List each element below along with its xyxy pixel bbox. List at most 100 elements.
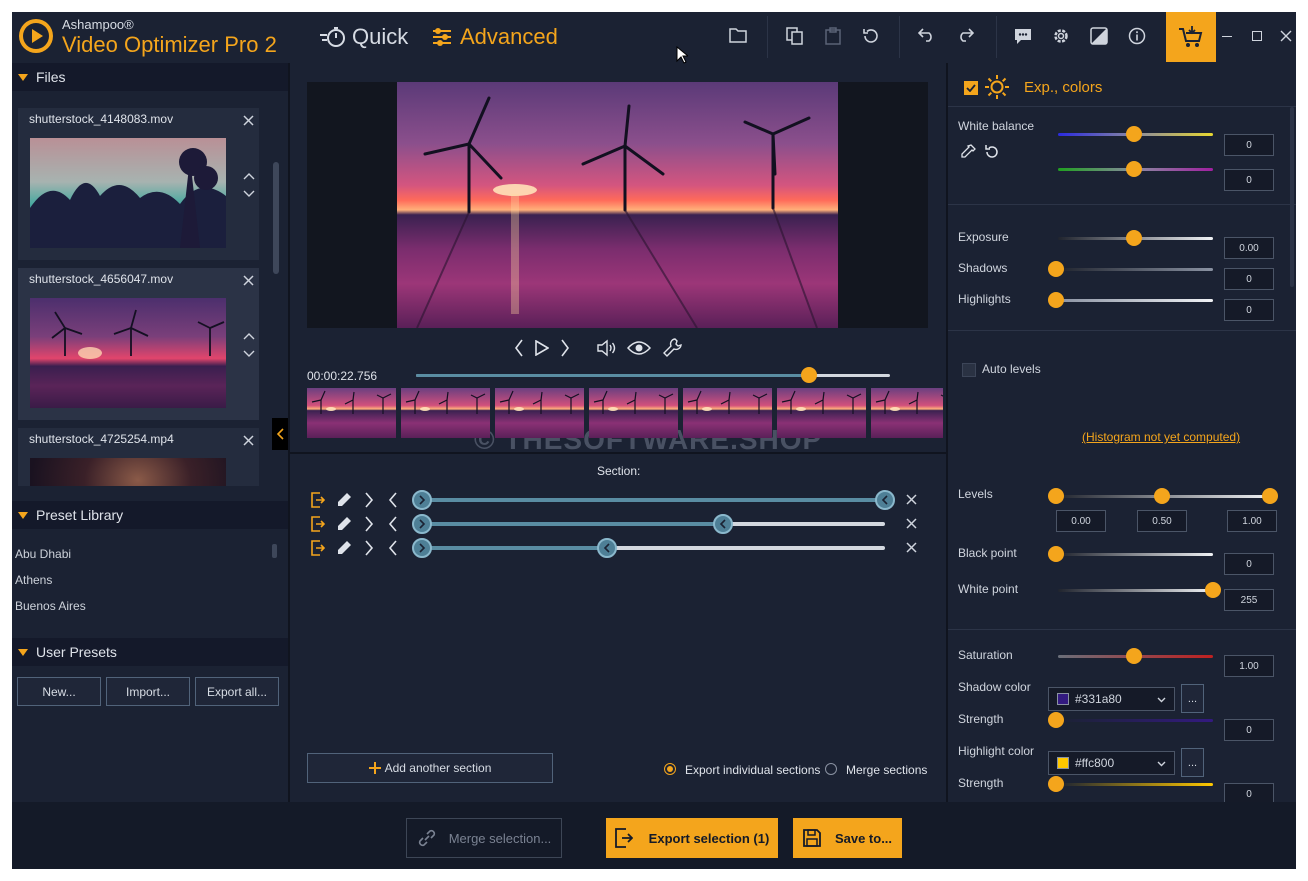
paste-icon[interactable] [825, 27, 841, 45]
preset-item[interactable]: Abu Dhabi [15, 547, 71, 561]
chevron-right-icon[interactable] [364, 516, 380, 532]
exposure-value[interactable]: 0.00 [1224, 237, 1274, 259]
cart-button[interactable] [1166, 12, 1216, 62]
section-jump-icon[interactable] [311, 492, 327, 508]
white-point-value[interactable]: 255 [1224, 589, 1274, 611]
mode-quick-button[interactable]: Quick [320, 24, 408, 50]
black-point-handle[interactable] [1048, 546, 1064, 562]
pencil-icon[interactable] [336, 516, 352, 532]
shadow-strength-value[interactable]: 0 [1224, 719, 1274, 741]
wrench-icon[interactable] [663, 338, 682, 357]
chevron-right-icon[interactable] [364, 492, 380, 508]
file-item[interactable]: shutterstock_4656047.mov [18, 268, 259, 420]
remove-section-icon[interactable] [906, 542, 922, 558]
move-down-icon[interactable] [243, 190, 255, 198]
reset-white-balance-icon[interactable] [984, 144, 1000, 160]
filmstrip-thumbnail[interactable] [683, 388, 772, 438]
add-section-button[interactable]: Add another section [307, 753, 553, 783]
mode-advanced-button[interactable]: Advanced [432, 24, 558, 50]
levels-high-value[interactable]: 1.00 [1227, 510, 1277, 532]
black-point-value[interactable]: 0 [1224, 553, 1274, 575]
maximize-button[interactable] [1252, 31, 1262, 41]
section-jump-icon[interactable] [311, 516, 327, 532]
feedback-icon[interactable] [1014, 27, 1032, 45]
reset-icon[interactable] [862, 27, 880, 45]
close-icon[interactable] [243, 115, 254, 126]
shadow-strength-handle[interactable] [1048, 712, 1064, 728]
close-icon[interactable] [243, 275, 254, 286]
section-start-handle[interactable] [412, 514, 432, 534]
play-icon[interactable] [535, 340, 549, 356]
filmstrip-thumbnail[interactable] [495, 388, 584, 438]
highlight-strength-track[interactable] [1058, 783, 1213, 786]
wb-blue-yellow-handle[interactable] [1126, 126, 1142, 142]
filmstrip-thumbnail[interactable] [307, 388, 396, 438]
volume-icon[interactable] [597, 339, 617, 357]
section-end-handle[interactable] [712, 514, 733, 534]
filmstrip-thumbnail[interactable] [589, 388, 678, 438]
undo-icon[interactable] [918, 28, 936, 42]
white-point-track[interactable] [1058, 589, 1213, 592]
compare-icon[interactable] [1090, 27, 1108, 45]
shadow-color-more-button[interactable]: ... [1181, 684, 1204, 713]
pencil-icon[interactable] [336, 540, 352, 556]
section-end-handle[interactable] [597, 538, 618, 558]
highlight-strength-handle[interactable] [1048, 776, 1064, 792]
highlight-color-select[interactable]: #ffc800 [1048, 751, 1175, 775]
save-to-button[interactable]: Save to... [793, 818, 902, 858]
highlight-color-more-button[interactable]: ... [1181, 748, 1204, 777]
preset-library-header[interactable]: Preset Library [12, 501, 288, 529]
minimize-button[interactable] [1222, 36, 1232, 37]
chevron-left-icon[interactable] [388, 540, 404, 556]
highlights-track[interactable] [1058, 299, 1213, 302]
shadow-strength-track[interactable] [1058, 719, 1213, 722]
shadows-track[interactable] [1058, 268, 1213, 271]
shadows-handle[interactable] [1048, 261, 1064, 277]
filmstrip-thumbnail[interactable] [401, 388, 490, 438]
redo-icon[interactable] [956, 28, 974, 42]
new-preset-button[interactable]: New... [17, 677, 101, 706]
move-down-icon[interactable] [243, 350, 255, 358]
levels-low-handle[interactable] [1048, 488, 1064, 504]
eye-icon[interactable] [627, 341, 651, 355]
levels-high-handle[interactable] [1262, 488, 1278, 504]
histogram-link[interactable]: (Histogram not yet computed) [1082, 430, 1240, 444]
exp-colors-checkbox[interactable] [964, 81, 978, 95]
shadow-color-select[interactable]: #331a80 [1048, 687, 1175, 711]
wb-green-magenta-value[interactable]: 0 [1224, 169, 1274, 191]
saturation-handle[interactable] [1126, 648, 1142, 664]
file-item[interactable]: shutterstock_4725254.mp4 [18, 428, 259, 486]
highlights-handle[interactable] [1048, 292, 1064, 308]
filmstrip-thumbnail[interactable] [871, 388, 943, 438]
levels-mid-value[interactable]: 0.50 [1137, 510, 1187, 532]
pencil-icon[interactable] [336, 492, 352, 508]
info-icon[interactable] [1128, 27, 1146, 45]
eyedropper-icon[interactable] [960, 144, 976, 160]
white-point-handle[interactable] [1205, 582, 1221, 598]
highlights-value[interactable]: 0 [1224, 299, 1274, 321]
filmstrip-thumbnail[interactable] [777, 388, 866, 438]
merge-sections-radio[interactable] [825, 763, 837, 775]
import-preset-button[interactable]: Import... [106, 677, 190, 706]
playback-handle[interactable] [801, 367, 818, 383]
file-list-scrollbar[interactable] [273, 162, 279, 274]
black-point-track[interactable] [1058, 553, 1213, 556]
export-selection-button[interactable]: Export selection (1) [606, 818, 778, 858]
gear-icon[interactable] [1052, 27, 1070, 45]
chevron-right-icon[interactable] [364, 540, 380, 556]
exposure-handle[interactable] [1126, 230, 1142, 246]
files-header[interactable]: Files [12, 63, 288, 91]
wb-blue-yellow-value[interactable]: 0 [1224, 134, 1274, 156]
export-individual-radio[interactable] [664, 763, 676, 775]
close-icon[interactable] [243, 435, 254, 446]
right-panel-scrollbar[interactable] [1290, 107, 1294, 287]
levels-mid-handle[interactable] [1154, 488, 1170, 504]
section-start-handle[interactable] [412, 538, 432, 558]
section-start-handle[interactable] [412, 490, 432, 510]
levels-low-value[interactable]: 0.00 [1056, 510, 1106, 532]
previous-frame-icon[interactable] [514, 339, 524, 357]
section-end-handle[interactable] [875, 490, 895, 510]
remove-section-icon[interactable] [906, 494, 922, 510]
collapse-panel-button[interactable] [272, 418, 288, 450]
auto-levels-checkbox[interactable] [962, 363, 976, 377]
